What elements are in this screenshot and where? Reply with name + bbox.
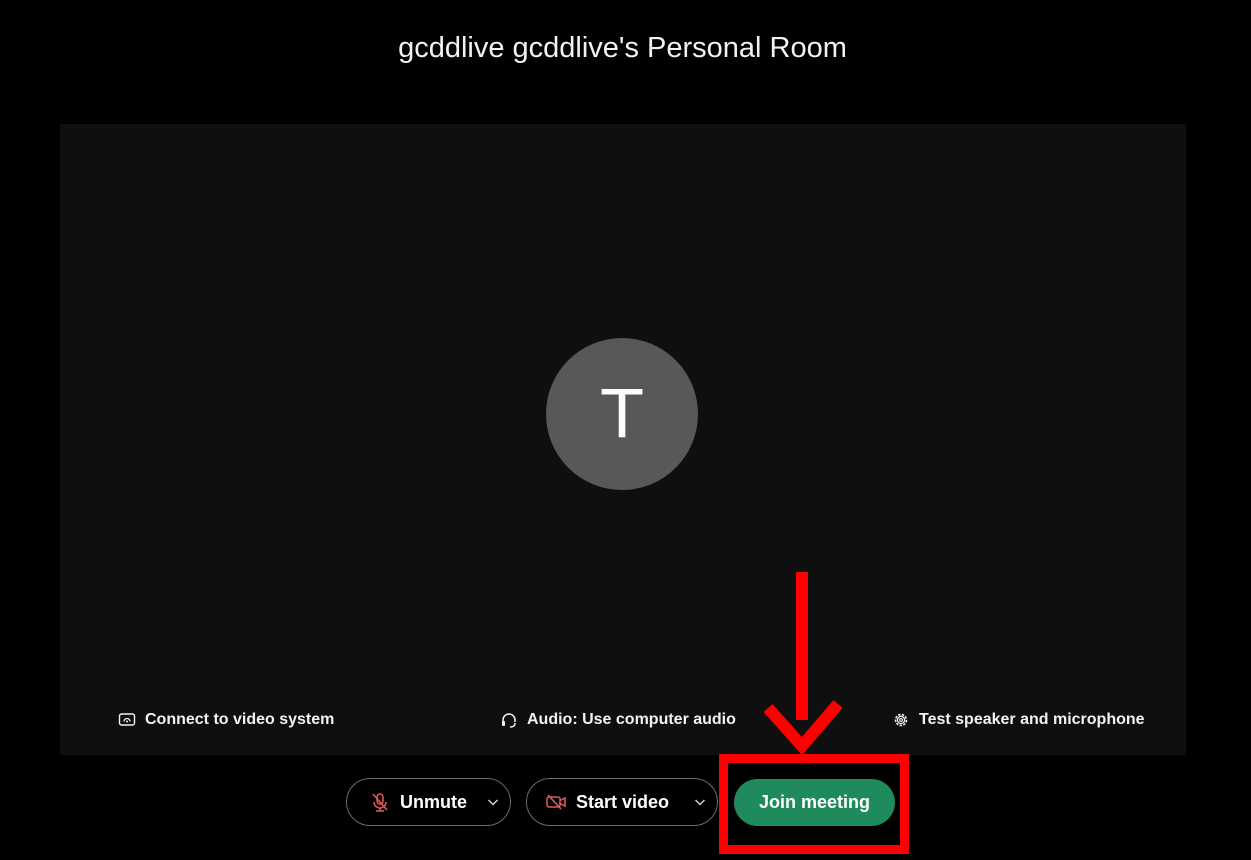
camera-off-icon bbox=[545, 791, 567, 813]
unmute-button[interactable]: Unmute bbox=[346, 778, 511, 826]
room-title: gcddlive gcddlive's Personal Room bbox=[398, 32, 847, 64]
meeting-preview-window: gcddlive gcddlive's Personal Room T Conn… bbox=[0, 0, 1251, 860]
test-speaker-microphone-option[interactable]: Test speaker and microphone bbox=[892, 711, 1145, 729]
start-video-button[interactable]: Start video bbox=[526, 778, 718, 826]
connect-video-system-label: Connect to video system bbox=[145, 711, 335, 728]
connect-video-system-option[interactable]: Connect to video system bbox=[118, 711, 334, 729]
annotation-highlight-box bbox=[719, 754, 909, 854]
start-video-label: Start video bbox=[576, 791, 670, 812]
test-speaker-microphone-label: Test speaker and microphone bbox=[919, 711, 1145, 728]
audio-option[interactable]: Audio: Use computer audio bbox=[500, 711, 736, 729]
unmute-label: Unmute bbox=[400, 791, 467, 812]
audio-label: Audio: Use computer audio bbox=[527, 711, 736, 728]
chevron-down-icon[interactable] bbox=[486, 795, 500, 809]
headset-icon bbox=[500, 711, 518, 729]
annotation-arrow bbox=[763, 572, 843, 756]
screen-cast-icon bbox=[118, 711, 136, 729]
avatar: T bbox=[546, 338, 698, 490]
microphone-muted-icon bbox=[369, 791, 391, 813]
chevron-down-icon[interactable] bbox=[693, 795, 707, 809]
video-preview: T Connect to video system Audio: Use com… bbox=[60, 124, 1186, 755]
gear-icon bbox=[892, 711, 910, 729]
